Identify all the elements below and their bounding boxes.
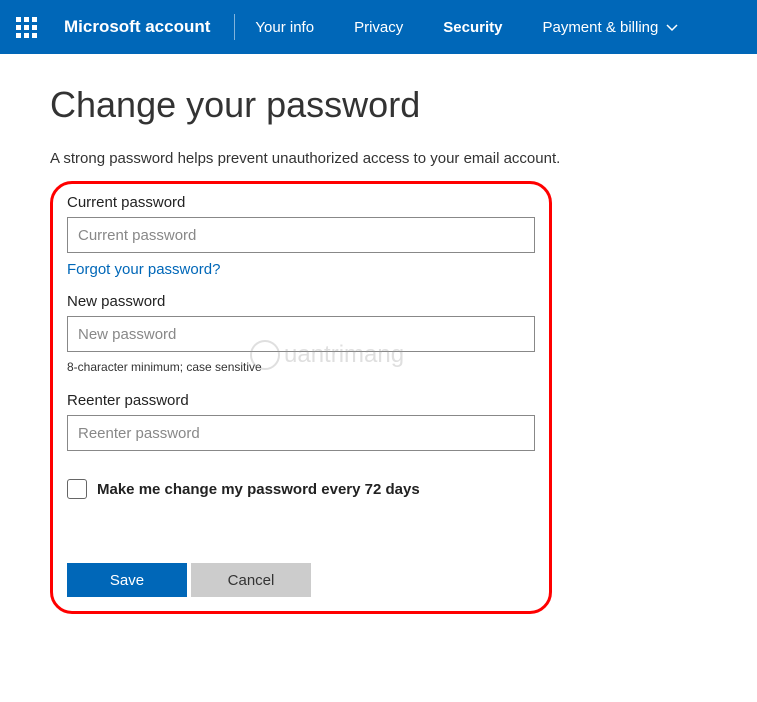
reenter-password-input[interactable] <box>67 415 535 451</box>
password-form-highlight: Current password Forgot your password? N… <box>50 181 552 614</box>
current-password-label: Current password <box>67 194 535 211</box>
reenter-password-group: Reenter password <box>67 392 535 451</box>
new-password-input[interactable] <box>67 316 535 352</box>
nav-payment-label: Payment & billing <box>542 19 658 36</box>
force-change-label: Make me change my password every 72 days <box>97 481 420 498</box>
page-title: Change your password <box>50 84 707 126</box>
forgot-password-link[interactable]: Forgot your password? <box>67 261 220 278</box>
page-content: Change your password A strong password h… <box>0 54 757 644</box>
current-password-group: Current password Forgot your password? <box>67 194 535 279</box>
password-hint: 8-character minimum; case sensitive <box>67 360 535 374</box>
save-button[interactable]: Save <box>67 563 187 597</box>
primary-nav: Your info Privacy Security Payment & bil… <box>235 19 698 36</box>
brand-title[interactable]: Microsoft account <box>64 17 234 37</box>
new-password-group: New password <box>67 293 535 352</box>
nav-security[interactable]: Security <box>423 19 522 36</box>
page-subtitle: A strong password helps prevent unauthor… <box>50 150 707 167</box>
current-password-input[interactable] <box>67 217 535 253</box>
nav-your-info[interactable]: Your info <box>235 19 334 36</box>
force-change-row: Make me change my password every 72 days <box>67 479 535 499</box>
global-header: Microsoft account Your info Privacy Secu… <box>0 0 757 54</box>
reenter-password-label: Reenter password <box>67 392 535 409</box>
nav-payment-billing[interactable]: Payment & billing <box>522 19 698 36</box>
form-actions: Save Cancel <box>67 563 535 597</box>
chevron-down-icon <box>666 19 678 36</box>
nav-privacy[interactable]: Privacy <box>334 19 423 36</box>
new-password-label: New password <box>67 293 535 310</box>
cancel-button[interactable]: Cancel <box>191 563 311 597</box>
force-change-checkbox[interactable] <box>67 479 87 499</box>
app-launcher-icon[interactable] <box>12 13 40 41</box>
